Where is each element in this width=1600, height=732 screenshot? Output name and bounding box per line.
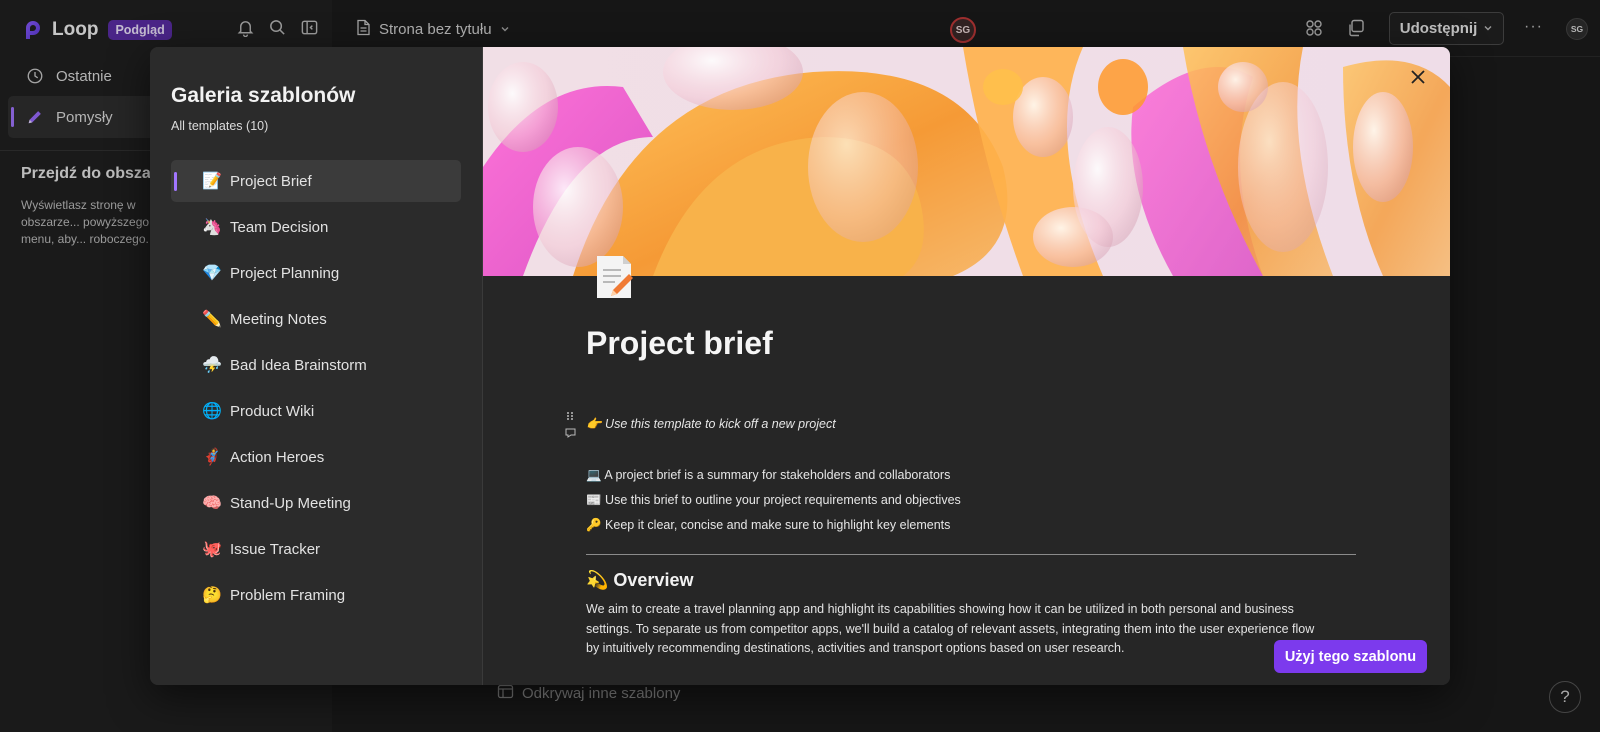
template-preview: Project brief 👉 Use this template to kic… — [483, 47, 1450, 685]
template-label: Stand-Up Meeting — [230, 494, 351, 512]
pencil-icon: ✏️ — [202, 311, 222, 328]
template-label: Issue Tracker — [230, 540, 321, 558]
template-label: Team Decision — [230, 218, 329, 236]
close-icon — [1411, 70, 1425, 84]
thinking-face-icon: 🤔 — [202, 587, 222, 604]
divider — [586, 554, 1356, 555]
template-label: Bad Idea Brainstorm — [230, 356, 367, 374]
gem-icon: 💎 — [202, 265, 222, 282]
template-label: Action Heroes — [230, 448, 325, 466]
template-item-stand-up-meeting[interactable]: 🧠 Stand-Up Meeting — [171, 482, 461, 524]
close-button[interactable] — [1404, 63, 1432, 91]
overview-heading: 💫 Overview — [586, 570, 694, 590]
octopus-icon: 🐙 — [202, 541, 222, 558]
overview-text: We aim to create a travel planning app a… — [586, 602, 1315, 655]
unicorn-icon: 🦄 — [202, 219, 222, 236]
template-item-product-wiki[interactable]: 🌐 Product Wiki — [171, 390, 461, 432]
template-list-panel: Galeria szablonów All templates (10) 📝 P… — [150, 47, 483, 685]
drag-handle-icon — [565, 412, 576, 438]
template-label: Problem Framing — [230, 586, 346, 604]
intro-line: 👉 Use this template to kick off a new pr… — [586, 417, 836, 431]
bullet-line: 📰 Use this brief to outline your project… — [586, 493, 961, 507]
template-item-project-brief[interactable]: 📝 Project Brief — [171, 160, 461, 202]
block-handles[interactable] — [565, 411, 579, 444]
use-template-button[interactable]: Użyj tego szablonu — [1274, 640, 1427, 673]
template-count: All templates (10) — [171, 119, 269, 133]
template-item-issue-tracker[interactable]: 🐙 Issue Tracker — [171, 528, 461, 570]
template-item-project-planning[interactable]: 💎 Project Planning — [171, 252, 461, 294]
template-item-meeting-notes[interactable]: ✏️ Meeting Notes — [171, 298, 461, 340]
memo-icon — [591, 252, 637, 302]
storm-cloud-icon: ⛈️ — [202, 357, 222, 374]
template-gallery-modal: Galeria szablonów All templates (10) 📝 P… — [150, 47, 1450, 685]
preview-heading: Project brief — [586, 325, 773, 361]
template-item-problem-framing[interactable]: 🤔 Problem Framing — [171, 574, 461, 616]
globe-icon: 🌐 — [202, 403, 222, 420]
template-list: 📝 Project Brief 🦄 Team Decision 💎 Projec… — [171, 160, 461, 620]
hero-image — [483, 47, 1450, 276]
template-label: Product Wiki — [230, 402, 315, 420]
template-item-action-heroes[interactable]: 🦸 Action Heroes — [171, 436, 461, 478]
memo-icon: 📝 — [202, 173, 222, 190]
gallery-title: Galeria szablonów — [171, 84, 356, 107]
template-item-team-decision[interactable]: 🦄 Team Decision — [171, 206, 461, 248]
brain-icon: 🧠 — [202, 495, 222, 512]
template-label: Project Brief — [230, 172, 312, 190]
superhero-icon: 🦸 — [202, 449, 222, 466]
template-item-bad-idea-brainstorm[interactable]: ⛈️ Bad Idea Brainstorm — [171, 344, 461, 386]
bullet-line: 🔑 Keep it clear, concise and make sure t… — [586, 518, 951, 532]
template-label: Project Planning — [230, 264, 340, 282]
template-label: Meeting Notes — [230, 310, 327, 328]
bullet-line: 💻 A project brief is a summary for stake… — [586, 468, 951, 482]
